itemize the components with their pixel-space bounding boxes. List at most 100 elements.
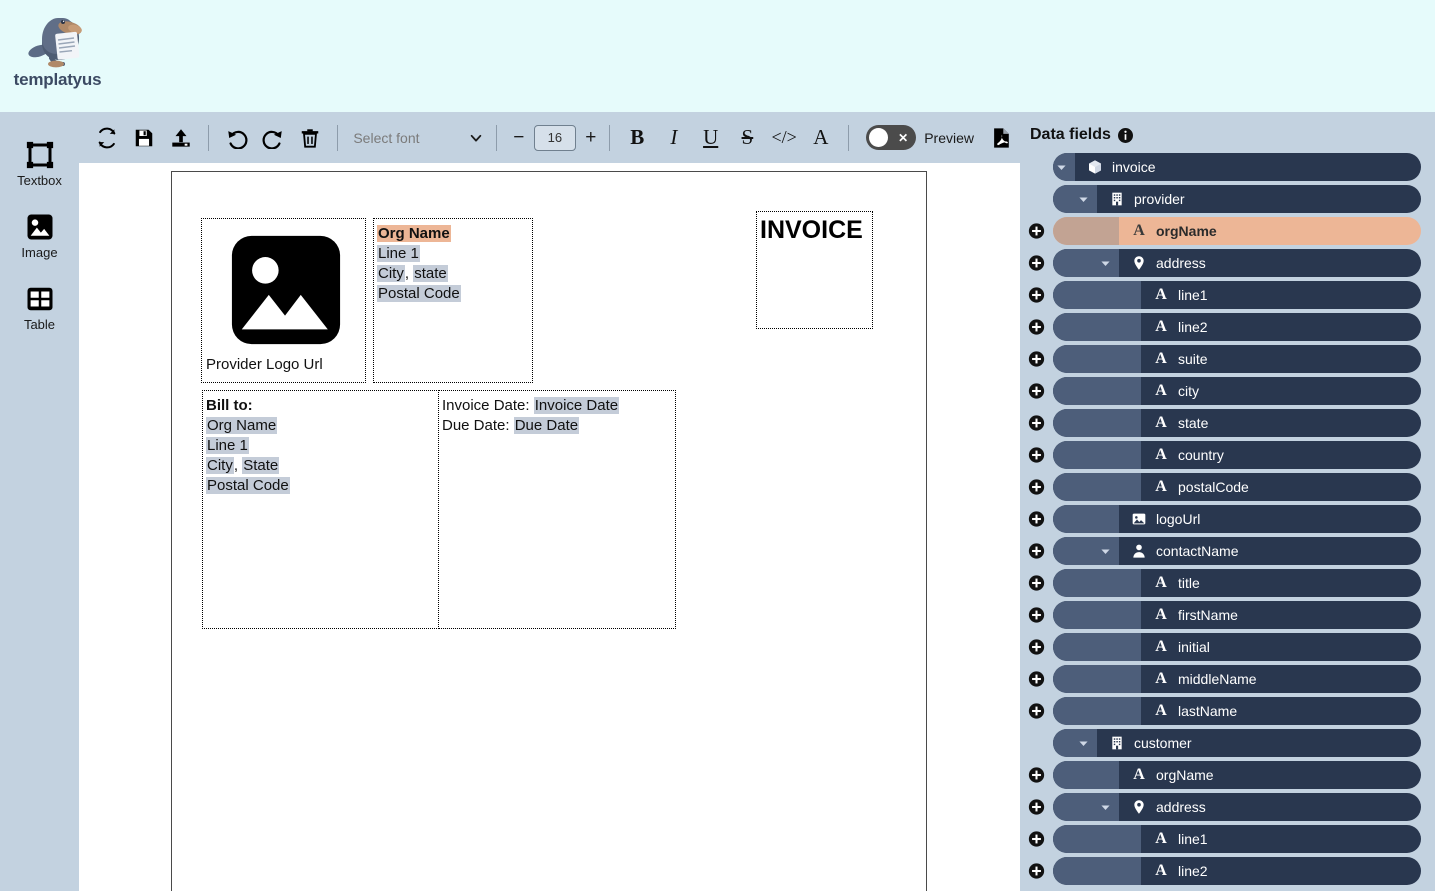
canvas-area[interactable]: Provider Logo Url Org Name Line 1 City, … xyxy=(79,163,1020,891)
brand-logo[interactable]: templatyus xyxy=(0,0,115,112)
underline-button[interactable]: U xyxy=(692,121,729,155)
rail-item-image[interactable]: Image xyxy=(0,200,79,272)
data-field-row[interactable]: address xyxy=(1020,791,1435,823)
invoice-title-textbox[interactable]: INVOICE xyxy=(756,211,873,329)
data-field-row[interactable]: Asuite xyxy=(1020,343,1435,375)
add-field-button[interactable] xyxy=(1028,319,1045,336)
data-field-row[interactable]: logoUrl xyxy=(1020,503,1435,535)
chevron-down-icon[interactable] xyxy=(1099,801,1112,814)
data-field-pill[interactable]: AmiddleName xyxy=(1053,665,1421,693)
add-field-button[interactable] xyxy=(1028,767,1045,784)
data-field-row[interactable]: provider xyxy=(1020,183,1435,215)
chevron-down-icon[interactable] xyxy=(1099,545,1112,558)
font-size-input[interactable]: 16 xyxy=(533,124,576,151)
add-field-button[interactable] xyxy=(1028,511,1045,528)
italic-button[interactable]: I xyxy=(656,121,693,155)
add-field-button[interactable] xyxy=(1028,351,1045,368)
chevron-down-icon[interactable] xyxy=(1055,161,1068,174)
add-field-button[interactable] xyxy=(1028,575,1045,592)
add-field-button[interactable] xyxy=(1028,607,1045,624)
add-field-button[interactable] xyxy=(1028,287,1045,304)
chevron-down-icon[interactable] xyxy=(1099,257,1112,270)
data-field-pill[interactable]: address xyxy=(1053,249,1421,277)
data-field-row[interactable]: ApostalCode xyxy=(1020,471,1435,503)
refresh-button[interactable] xyxy=(89,119,126,157)
data-field-row[interactable]: Acountry xyxy=(1020,439,1435,471)
data-field-row[interactable]: Aline1 xyxy=(1020,279,1435,311)
export-pdf-button[interactable] xyxy=(982,119,1020,157)
data-field-row[interactable]: AorgName xyxy=(1020,215,1435,247)
data-field-pill[interactable]: Ainitial xyxy=(1053,633,1421,661)
rail-item-textbox[interactable]: Textbox xyxy=(0,128,79,200)
dates-textbox[interactable]: Invoice Date: Invoice Date Due Date: Due… xyxy=(438,390,676,629)
data-field-row[interactable]: Atitle xyxy=(1020,567,1435,599)
data-field-pill[interactable]: AlastName xyxy=(1053,697,1421,725)
data-field-pill[interactable]: logoUrl xyxy=(1053,505,1421,533)
add-field-button[interactable] xyxy=(1028,383,1045,400)
bill-to-textbox[interactable]: Bill to: Org Name Line 1 City, State Pos… xyxy=(202,390,439,629)
data-field-pill[interactable]: contactName xyxy=(1053,537,1421,565)
data-field-pill[interactable]: address xyxy=(1053,793,1421,821)
data-field-pill[interactable]: Aline2 xyxy=(1053,857,1421,885)
add-field-button[interactable] xyxy=(1028,543,1045,560)
upload-button[interactable] xyxy=(162,119,199,157)
data-field-row[interactable]: Astate xyxy=(1020,407,1435,439)
data-field-row[interactable]: customer xyxy=(1020,727,1435,759)
add-field-button[interactable] xyxy=(1028,799,1045,816)
preview-toggle[interactable]: ✕ xyxy=(866,125,917,150)
font-size-decrease-button[interactable]: − xyxy=(510,127,528,149)
provider-address-textbox[interactable]: Org Name Line 1 City, state Postal Code xyxy=(373,218,533,383)
data-field-row[interactable]: AlastName xyxy=(1020,695,1435,727)
add-field-button[interactable] xyxy=(1028,671,1045,688)
data-field-row[interactable]: invoice xyxy=(1020,151,1435,183)
logo-textbox[interactable]: Provider Logo Url xyxy=(201,218,366,383)
add-field-button[interactable] xyxy=(1028,415,1045,432)
data-field-pill[interactable]: AorgName xyxy=(1053,761,1421,789)
add-field-button[interactable] xyxy=(1028,831,1045,848)
data-field-row[interactable]: address xyxy=(1020,247,1435,279)
add-field-button[interactable] xyxy=(1028,863,1045,880)
data-field-pill[interactable]: Astate xyxy=(1053,409,1421,437)
data-field-pill[interactable]: Acity xyxy=(1053,377,1421,405)
font-family-select[interactable]: Select font xyxy=(351,123,487,153)
chevron-down-icon[interactable] xyxy=(1077,737,1090,750)
add-field-button[interactable] xyxy=(1028,703,1045,720)
document-page[interactable]: Provider Logo Url Org Name Line 1 City, … xyxy=(171,171,927,891)
data-field-pill[interactable]: customer xyxy=(1053,729,1421,757)
text-color-button[interactable]: A xyxy=(803,121,840,155)
save-button[interactable] xyxy=(126,119,163,157)
data-field-pill[interactable]: AorgName xyxy=(1053,217,1421,245)
chevron-down-icon[interactable] xyxy=(1077,193,1090,206)
code-button[interactable]: </> xyxy=(766,121,803,155)
data-field-row[interactable]: contactName xyxy=(1020,535,1435,567)
delete-button[interactable] xyxy=(292,119,329,157)
data-field-pill[interactable]: Atitle xyxy=(1053,569,1421,597)
info-icon[interactable] xyxy=(1117,127,1133,143)
strikethrough-button[interactable]: S xyxy=(729,121,766,155)
data-field-row[interactable]: Acity xyxy=(1020,375,1435,407)
data-field-pill[interactable]: provider xyxy=(1053,185,1421,213)
data-field-pill[interactable]: Acountry xyxy=(1053,441,1421,469)
data-field-pill[interactable]: Aline1 xyxy=(1053,281,1421,309)
add-field-button[interactable] xyxy=(1028,447,1045,464)
font-size-increase-button[interactable]: + xyxy=(582,127,600,149)
data-field-pill[interactable]: AfirstName xyxy=(1053,601,1421,629)
data-field-pill[interactable]: Aline1 xyxy=(1053,825,1421,853)
undo-button[interactable] xyxy=(218,119,255,157)
data-field-row[interactable]: Aline2 xyxy=(1020,855,1435,887)
data-field-pill[interactable]: Aline2 xyxy=(1053,313,1421,341)
bold-button[interactable]: B xyxy=(619,121,656,155)
data-field-pill[interactable]: ApostalCode xyxy=(1053,473,1421,501)
data-field-row[interactable]: AorgName xyxy=(1020,759,1435,791)
data-field-row[interactable]: Aline1 xyxy=(1020,823,1435,855)
data-field-row[interactable]: Aline2 xyxy=(1020,311,1435,343)
redo-button[interactable] xyxy=(255,119,292,157)
add-field-button[interactable] xyxy=(1028,223,1045,240)
data-field-row[interactable]: Ainitial xyxy=(1020,631,1435,663)
add-field-button[interactable] xyxy=(1028,479,1045,496)
data-field-pill[interactable]: invoice xyxy=(1053,153,1421,181)
rail-item-table[interactable]: Table xyxy=(0,272,79,344)
add-field-button[interactable] xyxy=(1028,639,1045,656)
data-field-row[interactable]: AmiddleName xyxy=(1020,663,1435,695)
data-field-pill[interactable]: Asuite xyxy=(1053,345,1421,373)
